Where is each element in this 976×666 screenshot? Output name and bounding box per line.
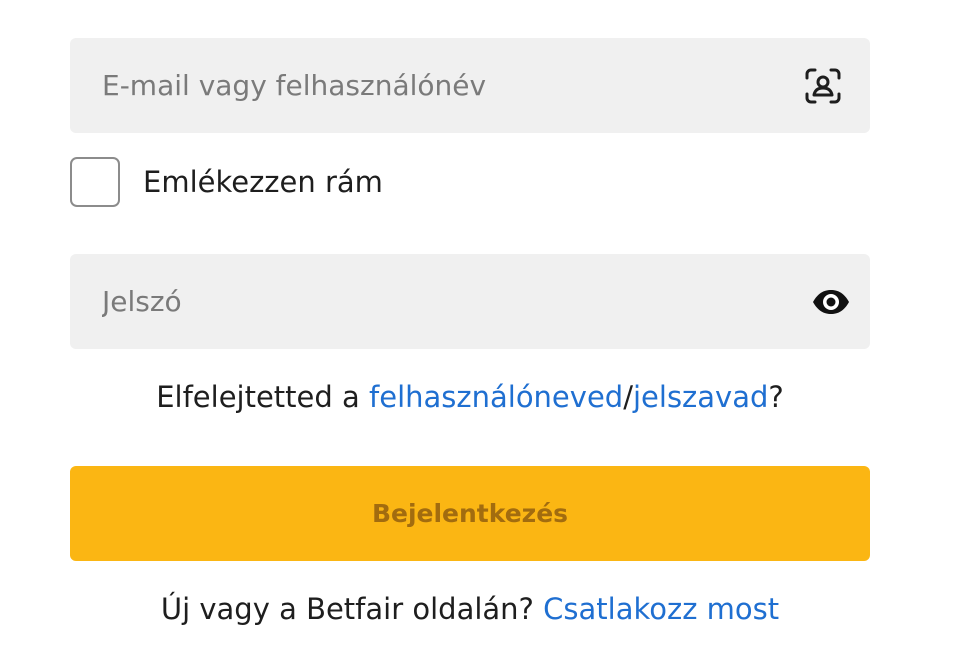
join-now-link[interactable]: Csatlakozz most	[543, 592, 779, 626]
eye-icon[interactable]	[810, 287, 852, 317]
remember-me[interactable]: Emlékezzen rám	[70, 156, 383, 208]
forgot-suffix: ?	[768, 380, 784, 414]
join-prefix: Új vagy a Betfair oldalán?	[160, 592, 544, 626]
forgot-password-link[interactable]: jelszavad	[633, 380, 768, 414]
user-scan-icon[interactable]	[804, 67, 842, 105]
remember-me-checkbox[interactable]	[70, 157, 120, 207]
remember-me-label: Emlékezzen rám	[143, 165, 383, 199]
email-field	[70, 38, 870, 133]
forgot-separator: /	[623, 380, 633, 414]
password-input[interactable]	[102, 254, 762, 349]
username-input[interactable]	[102, 38, 762, 133]
forgot-username-link[interactable]: felhasználóneved	[369, 380, 623, 414]
join-prompt: Új vagy a Betfair oldalán? Csatlakozz mo…	[0, 588, 940, 630]
login-button[interactable]: Bejelentkezés	[70, 466, 870, 561]
forgot-credentials: Elfelejtetted a felhasználóneved/jelszav…	[0, 376, 940, 418]
forgot-prefix: Elfelejtetted a	[156, 380, 370, 414]
password-field	[70, 254, 870, 349]
